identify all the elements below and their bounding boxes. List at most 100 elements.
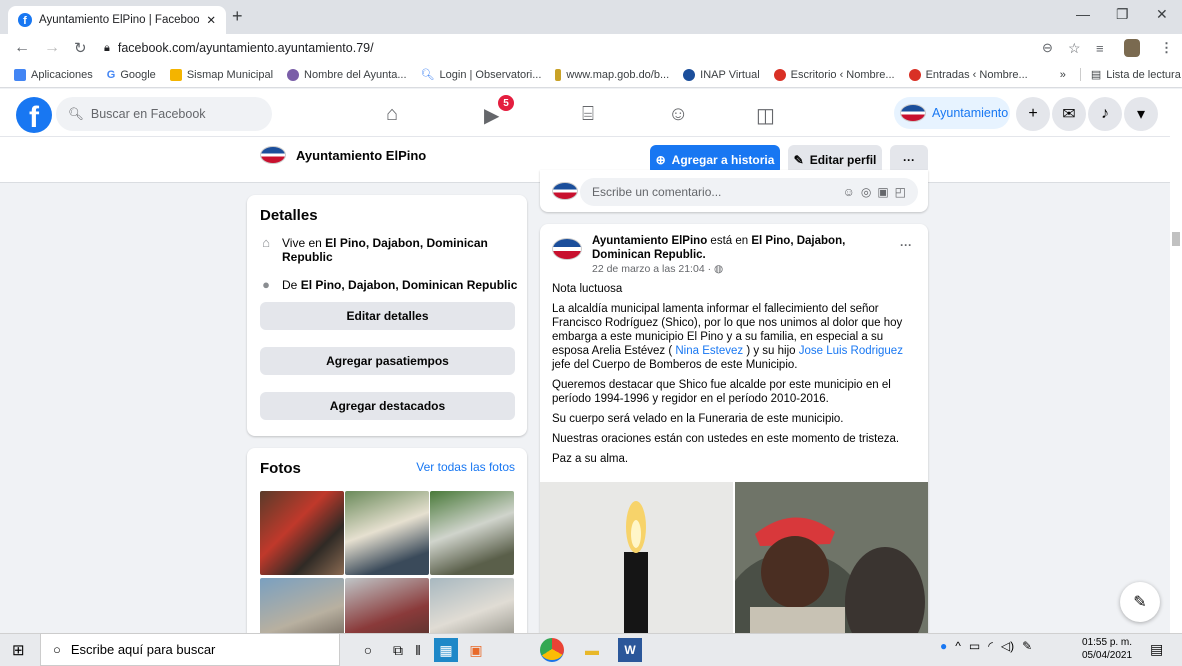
tray-app-icon[interactable]: ● xyxy=(940,639,947,653)
gif-icon[interactable]: ▣ xyxy=(877,185,888,199)
sticker-icon[interactable]: ◰ xyxy=(895,185,906,199)
bookmark-item[interactable]: Sismap Municipal xyxy=(169,68,273,81)
reading-list[interactable]: ▤ Lista de lectura xyxy=(1079,68,1181,81)
post-body: Nota luctuosa La alcaldía municipal lame… xyxy=(552,283,903,465)
photo-thumbnail[interactable] xyxy=(260,491,344,575)
facebook-favicon-icon: f xyxy=(18,13,32,27)
post-author[interactable]: Ayuntamiento ElPino xyxy=(592,235,707,247)
home-icon[interactable]: ⌂ xyxy=(386,103,398,126)
new-message-icon[interactable]: ✎ xyxy=(1120,582,1160,622)
camera-icon[interactable]: ◎ xyxy=(861,185,871,199)
tag-link[interactable]: Jose Luis Rodriguez xyxy=(799,345,903,357)
bookmark-item[interactable]: Escritorio ‹ Nombre... xyxy=(773,68,895,81)
bookmark-item[interactable]: G Google xyxy=(107,69,156,81)
chrome-taskbar-icon[interactable] xyxy=(540,638,564,662)
volume-icon[interactable]: ◁) xyxy=(1001,639,1014,653)
back-icon[interactable]: ← xyxy=(14,39,30,57)
file-explorer-icon[interactable]: ▬ xyxy=(580,638,604,662)
bookmark-item[interactable]: 🔍︎ Login | Observatori... xyxy=(420,68,542,82)
new-tab-button[interactable]: + xyxy=(232,6,243,27)
comment-input[interactable]: Escribe un comentario... ☺ ◎ ▣ ◰ xyxy=(580,178,918,206)
network-icon[interactable]: ▭ xyxy=(969,639,980,653)
pen-icon[interactable]: ✎ xyxy=(1022,639,1032,653)
word-icon[interactable]: W xyxy=(618,638,642,662)
post-card: Ayuntamiento ElPino está en El Pino, Daj… xyxy=(540,224,928,664)
author-avatar[interactable] xyxy=(552,238,582,260)
facebook-logo-icon[interactable]: f xyxy=(16,97,52,133)
tab-title: Ayuntamiento ElPino | Facebook xyxy=(39,14,200,26)
inap-icon xyxy=(683,68,696,81)
crest-icon xyxy=(287,68,300,81)
bookmark-item[interactable]: Aplicaciones xyxy=(14,68,93,81)
messenger-icon[interactable]: ✉ xyxy=(1052,97,1086,131)
details-card: Detalles ⌂ Vive en El Pino, Dajabon, Dom… xyxy=(247,195,527,436)
details-heading: Detalles xyxy=(260,207,318,224)
groups-icon[interactable]: ☺ xyxy=(668,103,688,126)
facebook-search-input[interactable]: 🔍︎ Buscar en Facebook xyxy=(56,97,272,131)
reload-icon[interactable]: ↻ xyxy=(74,39,87,57)
photo-thumbnail[interactable] xyxy=(345,491,429,575)
bookmark-item[interactable]: INAP Virtual xyxy=(683,68,760,81)
comment-card: Escribe un comentario... ☺ ◎ ▣ ◰ xyxy=(540,170,928,212)
notifications-icon[interactable]: ▤ xyxy=(1150,641,1163,658)
page-logo-icon xyxy=(900,104,926,122)
page-title[interactable]: Ayuntamiento ElPino xyxy=(260,146,426,164)
notification-badge: 5 xyxy=(498,95,514,111)
photo-thumbnail[interactable] xyxy=(430,491,514,575)
marketplace-icon[interactable]: ⌸ xyxy=(582,103,594,126)
from-row: ● De El Pino, Dajabon, Dominican Republi… xyxy=(259,277,518,293)
globe-icon: ◍ xyxy=(714,263,724,275)
add-hobbies-button[interactable]: Agregar pasatiempos xyxy=(260,347,515,375)
post-date[interactable]: 22 de marzo a las 21:04 · xyxy=(592,263,714,275)
app-icon[interactable]: ▦ xyxy=(434,638,458,662)
account-menu-icon[interactable]: ▾ xyxy=(1124,97,1158,131)
see-all-photos-link[interactable]: Ver todas las fotos xyxy=(416,460,515,474)
watch-icon[interactable]: ▶ xyxy=(484,103,499,128)
menu-icon[interactable]: ⋮ xyxy=(1160,40,1173,56)
reading-list-icon: ▤ xyxy=(1090,69,1102,81)
browser-tab[interactable]: f Ayuntamiento ElPino | Facebook ✕ xyxy=(8,6,226,34)
restore-icon[interactable]: ❐ xyxy=(1116,6,1129,23)
bookmarks-overflow[interactable]: » xyxy=(1060,69,1066,81)
post-header: Ayuntamiento ElPino está en El Pino, Daj… xyxy=(552,234,872,276)
location-pin-icon: ● xyxy=(262,277,270,292)
tag-link[interactable]: Nina Estevez xyxy=(675,345,743,357)
search-icon: 🔍︎ xyxy=(420,69,435,81)
forward-icon[interactable]: → xyxy=(44,39,60,57)
photos-heading: Fotos xyxy=(260,460,301,477)
pencil-icon: ✎ xyxy=(793,153,804,167)
add-featured-button[interactable]: Agregar destacados xyxy=(260,392,515,420)
notifications-bell-icon[interactable]: ♪ xyxy=(1088,97,1122,131)
from-link[interactable]: El Pino, Dajabon, Dominican Republic xyxy=(301,278,518,292)
close-window-icon[interactable]: ✕ xyxy=(1156,6,1168,23)
chevron-up-icon[interactable]: ^ xyxy=(955,639,961,653)
emoji-icon[interactable]: ☺ xyxy=(843,185,855,199)
scrollbar-thumb[interactable] xyxy=(1172,232,1180,246)
profile-avatar[interactable] xyxy=(1124,39,1140,57)
minimize-icon[interactable]: — xyxy=(1076,6,1090,22)
system-tray: ● ^ ▭ ◜ ◁) ✎ xyxy=(940,639,1032,653)
media-player-icon[interactable]: ▣ xyxy=(464,638,488,662)
task-view-icon[interactable]: ⧉ xyxy=(386,638,410,662)
bookmark-item[interactable]: www.map.gob.do/b... xyxy=(555,68,669,81)
post-options-icon[interactable]: ··· xyxy=(900,238,912,252)
gaming-icon[interactable]: ◫ xyxy=(756,103,775,128)
taskbar-search-input[interactable]: ○ Escribe aquí para buscar xyxy=(40,633,340,666)
separator-icon: ‖ xyxy=(415,642,421,658)
create-icon[interactable]: + xyxy=(1016,97,1050,131)
wordpress-icon xyxy=(908,68,921,81)
page-scrollbar[interactable] xyxy=(1170,89,1182,633)
taskbar-clock[interactable]: 01:55 p. m. 05/04/2021 xyxy=(1082,636,1132,662)
profile-shortcut[interactable]: Ayuntamiento xyxy=(894,97,1010,129)
edit-details-button[interactable]: Editar detalles xyxy=(260,302,515,330)
url-field[interactable]: 🔒︎ facebook.com/ayuntamiento.ayuntamient… xyxy=(104,36,1110,60)
cortana-icon[interactable]: ○ xyxy=(356,638,380,662)
bookmark-item[interactable]: Nombre del Ayunta... xyxy=(287,68,407,81)
bookmark-item[interactable]: Entradas ‹ Nombre... xyxy=(908,68,1028,81)
close-tab-icon[interactable]: ✕ xyxy=(206,13,216,27)
map-icon xyxy=(555,68,562,81)
wifi-icon[interactable]: ◜ xyxy=(988,639,993,653)
google-icon: G xyxy=(106,68,116,81)
windows-start-icon[interactable]: ⊞ xyxy=(12,641,25,659)
sismap-icon xyxy=(169,68,182,81)
